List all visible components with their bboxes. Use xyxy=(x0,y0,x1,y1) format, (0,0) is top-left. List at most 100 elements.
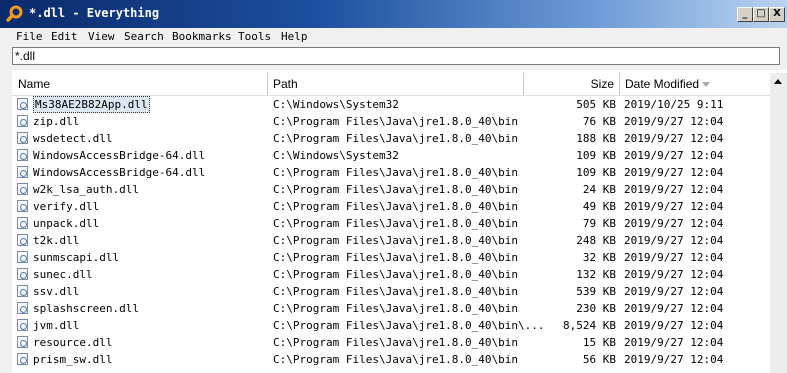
menu-edit[interactable]: Edit xyxy=(51,28,78,45)
table-row[interactable]: verify.dll C:\Program Files\Java\jre1.8.0… xyxy=(12,198,770,215)
file-name: verify.dll xyxy=(33,200,100,213)
file-name: w2k_lsa_auth.dll xyxy=(33,183,139,196)
file-name: WindowsAccessBridge-64.dll xyxy=(33,166,206,179)
file-name: jvm.dll xyxy=(33,319,80,332)
dll-file-icon xyxy=(17,98,28,110)
table-row[interactable]: sunec.dll C:\Program Files\Java\jre1.8.0_… xyxy=(12,266,770,283)
table-row[interactable]: prism_sw.dll C:\Program Files\Java\jre1.8… xyxy=(12,351,770,368)
table-row[interactable]: WindowsAccessBridge-64.dll C:\Program Fil… xyxy=(12,164,770,181)
file-date-modified: 2019/9/27 12:04 xyxy=(624,319,724,332)
file-date-modified: 2019/9/27 12:04 xyxy=(624,251,724,264)
file-name: prism_sw.dll xyxy=(33,353,113,366)
dll-file-icon xyxy=(17,302,28,314)
table-row[interactable]: jvm.dll C:\Program Files\Java\jre1.8.0_40… xyxy=(12,317,770,334)
title-bar[interactable]: *.dll - Everything _ □ X xyxy=(0,0,787,28)
dll-file-icon xyxy=(17,268,28,280)
column-date-header[interactable]: Date Modified xyxy=(625,73,699,95)
file-name: sunmscapi.dll xyxy=(33,251,120,264)
file-path: C:\Windows\System32 xyxy=(273,98,399,111)
file-date-modified: 2019/9/27 12:04 xyxy=(624,234,724,247)
file-size: 248 KB xyxy=(576,234,616,247)
file-date-modified: 2019/9/27 12:04 xyxy=(624,132,724,145)
file-date-modified: 2019/9/27 12:04 xyxy=(624,336,724,349)
table-row[interactable]: splashscreen.dll C:\Program Files\Java\jr… xyxy=(12,300,770,317)
close-button[interactable]: X xyxy=(769,7,785,22)
window-frame xyxy=(0,70,12,373)
search-input[interactable]: *.dll xyxy=(12,47,780,65)
file-name: unpack.dll xyxy=(33,217,100,230)
menu-view[interactable]: View xyxy=(88,28,115,45)
column-size-header[interactable]: Size xyxy=(524,73,614,95)
column-divider[interactable] xyxy=(267,73,268,95)
dll-file-icon xyxy=(17,183,28,195)
table-row[interactable]: sunmscapi.dll C:\Program Files\Java\jre1.… xyxy=(12,249,770,266)
file-path: C:\Windows\System32 xyxy=(273,149,399,162)
file-size: 79 KB xyxy=(582,217,616,230)
file-date-modified: 2019/9/27 12:04 xyxy=(624,217,724,230)
file-size: 132 KB xyxy=(576,268,616,281)
dll-file-icon xyxy=(17,149,28,161)
chevron-up-icon xyxy=(774,79,782,84)
vertical-scrollbar[interactable] xyxy=(770,73,787,373)
table-row[interactable]: wsdetect.dll C:\Program Files\Java\jre1.8… xyxy=(12,130,770,147)
minimize-button[interactable]: _ xyxy=(737,7,753,22)
table-row[interactable]: t2k.dll C:\Program Files\Java\jre1.8.0_40… xyxy=(12,232,770,249)
file-size: 505 KB xyxy=(576,98,616,111)
menu-tools[interactable]: Tools xyxy=(238,28,271,45)
dll-file-icon xyxy=(17,336,28,348)
dll-file-icon xyxy=(17,353,28,365)
file-date-modified: 2019/9/27 12:04 xyxy=(624,268,724,281)
table-row[interactable]: WindowsAccessBridge-64.dll C:\Windows\Sys… xyxy=(12,147,770,164)
menu-bookmarks[interactable]: Bookmarks xyxy=(172,28,232,45)
magnifier-icon xyxy=(6,5,23,22)
table-row[interactable]: zip.dll C:\Program Files\Java\jre1.8.0_40… xyxy=(12,113,770,130)
menu-help[interactable]: Help xyxy=(281,28,308,45)
file-size: 109 KB xyxy=(576,166,616,179)
dll-file-icon xyxy=(17,319,28,331)
file-size: 32 KB xyxy=(582,251,616,264)
dll-file-icon xyxy=(17,115,28,127)
dll-file-icon xyxy=(17,132,28,144)
file-name: Ms38AE2B82App.dll xyxy=(33,96,150,113)
dll-file-icon xyxy=(17,200,28,212)
file-size: 15 KB xyxy=(582,336,616,349)
file-date-modified: 2019/9/27 12:04 xyxy=(624,115,724,128)
file-date-modified: 2019/9/27 12:04 xyxy=(624,200,724,213)
file-name: sunec.dll xyxy=(33,268,93,281)
file-date-modified: 2019/9/27 12:04 xyxy=(624,302,724,315)
dll-file-icon xyxy=(17,166,28,178)
table-row[interactable]: ssv.dll C:\Program Files\Java\jre1.8.0_40… xyxy=(12,283,770,300)
dll-file-icon xyxy=(17,251,28,263)
sort-descending-icon xyxy=(702,82,710,87)
file-size: 76 KB xyxy=(582,115,616,128)
table-row[interactable]: unpack.dll C:\Program Files\Java\jre1.8.0… xyxy=(12,215,770,232)
table-row[interactable]: w2k_lsa_auth.dll C:\Program Files\Java\jr… xyxy=(12,181,770,198)
column-divider[interactable] xyxy=(619,73,620,95)
file-name: t2k.dll xyxy=(33,234,80,247)
file-name: splashscreen.dll xyxy=(33,302,139,315)
file-size: 109 KB xyxy=(576,149,616,162)
file-date-modified: 2019/9/27 12:04 xyxy=(624,183,724,196)
file-size: 188 KB xyxy=(576,132,616,145)
maximize-button[interactable]: □ xyxy=(753,7,769,22)
table-row[interactable]: resource.dll C:\Program Files\Java\jre1.8… xyxy=(12,334,770,351)
dll-file-icon xyxy=(17,217,28,229)
table-row[interactable]: Ms38AE2B82App.dll C:\Windows\System32 505 … xyxy=(12,96,770,113)
file-name: ssv.dll xyxy=(33,285,80,298)
file-name: resource.dll xyxy=(33,336,113,349)
file-name: WindowsAccessBridge-64.dll xyxy=(33,149,206,162)
file-size: 8,524 KB xyxy=(563,319,616,332)
menu-bar: File Edit View Search Bookmarks Tools He… xyxy=(0,28,787,45)
file-name: wsdetect.dll xyxy=(33,132,113,145)
file-size: 56 KB xyxy=(582,353,616,366)
menu-search[interactable]: Search xyxy=(124,28,164,45)
file-date-modified: 2019/9/27 12:04 xyxy=(624,285,724,298)
menu-file[interactable]: File xyxy=(16,28,43,45)
column-name-header[interactable]: Name xyxy=(18,73,50,95)
column-path-header[interactable]: Path xyxy=(273,73,298,95)
file-date-modified: 2019/9/27 12:04 xyxy=(624,166,724,179)
file-size: 539 KB xyxy=(576,285,616,298)
file-date-modified: 2019/10/25 9:11 xyxy=(624,98,724,111)
file-date-modified: 2019/9/27 12:04 xyxy=(624,149,724,162)
file-size: 49 KB xyxy=(582,200,616,213)
